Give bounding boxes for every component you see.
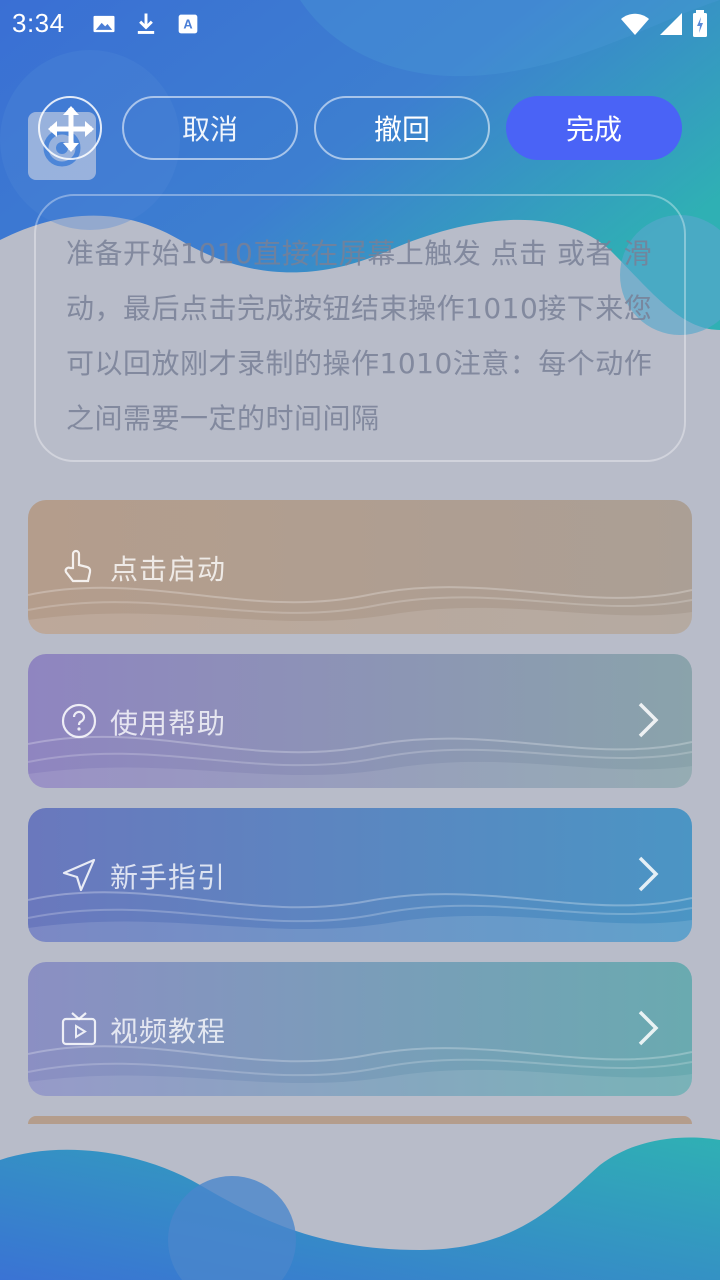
image-icon [93,15,115,33]
status-bar: 3:34 A [0,0,720,50]
svg-text:A: A [183,17,192,32]
move-icon[interactable] [46,104,96,154]
menu-item-label: 使用帮助 [110,707,227,740]
menu-item-label: 视频教程 [110,1015,227,1048]
tap-hand-icon [64,549,92,583]
menu-item-partial [28,1116,692,1124]
instruction-text: 准备开始1010直接在屏幕上触发 点击 或者 滑动，最后点击完成按钮结束操作10… [34,194,686,462]
navigation-arrow-icon [62,858,96,892]
font-icon: A [178,14,198,34]
status-time: 3:34 [12,8,65,38]
undo-button[interactable]: 撤回 [314,96,490,160]
wifi-icon [621,13,649,35]
menu-item-guide[interactable]: 新手指引 [28,808,692,942]
chevron-right-icon [638,702,659,738]
download-icon [137,13,155,34]
menu-item-start[interactable]: 点击启动 [28,500,692,634]
menu-item-label: 点击启动 [110,553,227,586]
battery-charging-icon [693,10,707,37]
menu-item-video[interactable]: 视频教程 [28,962,692,1096]
done-button[interactable]: 完成 [506,96,682,160]
cancel-button[interactable]: 取消 [122,96,298,160]
signal-icon [660,13,682,35]
tv-play-icon [61,1012,97,1046]
menu-item-label: 新手指引 [110,861,227,894]
menu-item-help[interactable]: 使用帮助 [28,654,692,788]
chevron-right-icon [638,856,659,892]
chevron-right-icon [638,1010,659,1046]
help-circle-icon [61,703,97,739]
